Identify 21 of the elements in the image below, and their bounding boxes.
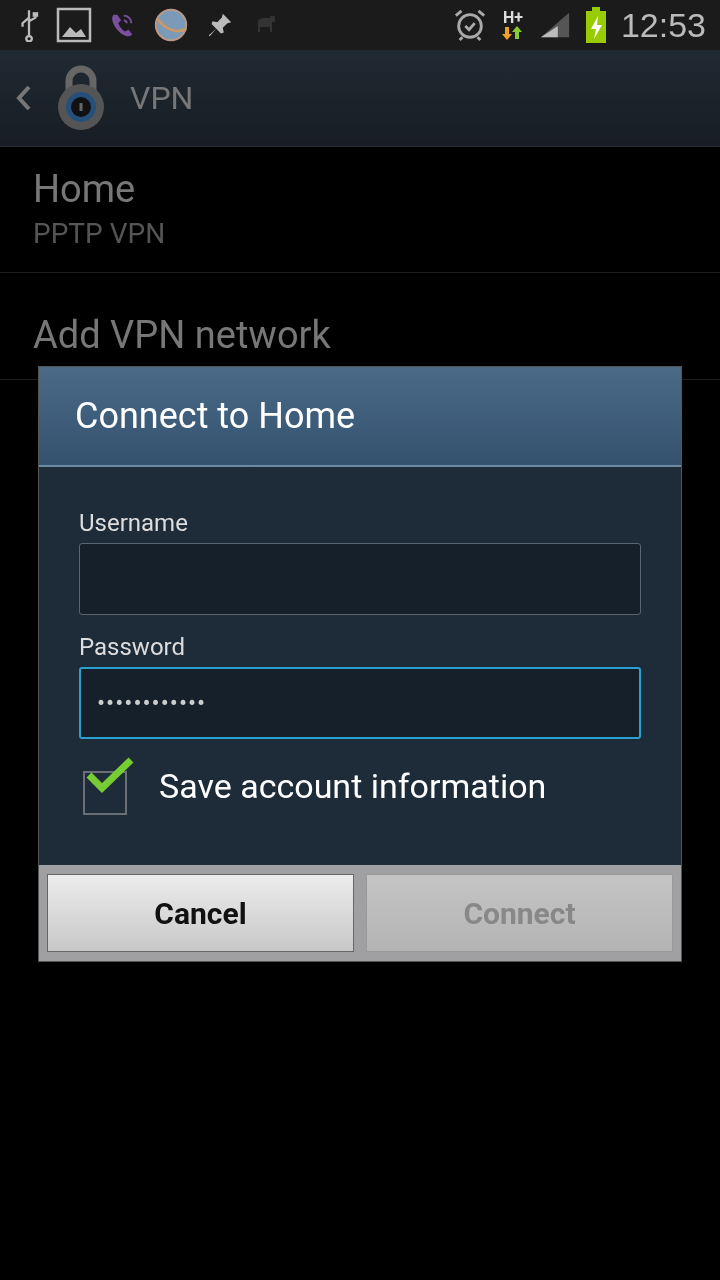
vpn-list-item[interactable]: Home PPTP VPN (0, 147, 720, 273)
field-label: Username (79, 509, 189, 537)
input-field[interactable] (79, 543, 641, 615)
clock-time: 12:53 (620, 5, 706, 45)
globe-icon (152, 6, 190, 44)
alarm-clock-icon (452, 8, 487, 42)
cancel-button[interactable]: Cancel (47, 874, 354, 952)
battery-charging-icon (584, 7, 607, 43)
screen-title: VPN (130, 79, 194, 117)
image-icon (56, 7, 92, 43)
data-arrows-icon (500, 26, 525, 40)
usb-icon (18, 8, 40, 42)
input-field[interactable]: •••••••••••• (79, 667, 641, 739)
checkbox-label: Save account information (159, 766, 547, 806)
network-type-label: H+ (502, 10, 523, 26)
dialog-title: Connect to Home (39, 367, 681, 467)
checkbox[interactable] (83, 757, 135, 815)
field-label: Password (79, 633, 186, 661)
back-chevron-icon (16, 84, 32, 112)
pin-icon (206, 11, 234, 39)
padlock-icon (56, 65, 106, 131)
